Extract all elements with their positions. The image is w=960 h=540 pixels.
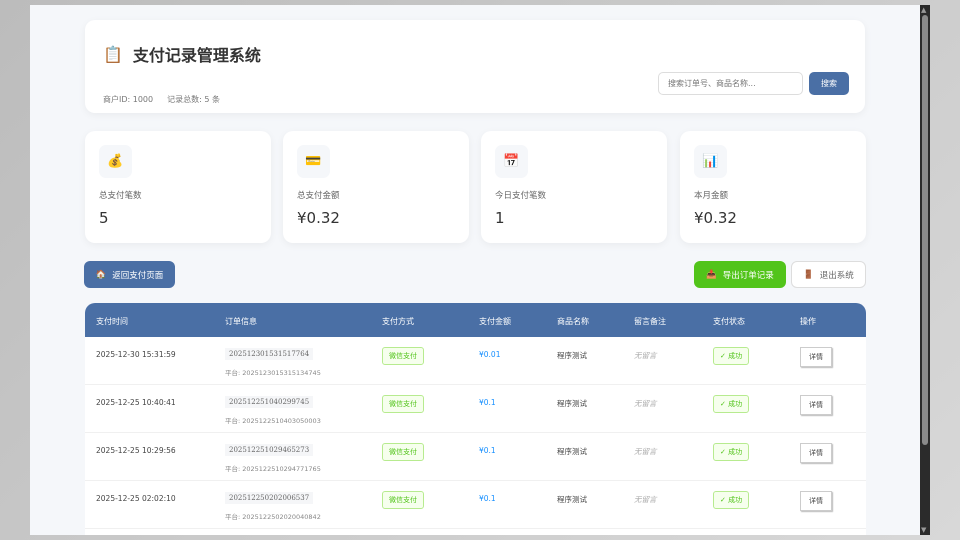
platform-number: 平台: 2025122510403050003	[225, 417, 321, 425]
details-button[interactable]: 详情	[800, 443, 832, 463]
platform-number: 平台: 2025122502020040842	[225, 513, 321, 521]
header-card: 📋 支付记录管理系统 商户ID: 1000 记录总数: 5 条 搜索	[85, 20, 865, 113]
payment-amount: ¥0.01	[479, 350, 501, 359]
download-icon: 📥	[706, 269, 717, 280]
platform-number: 平台: 2025123015315134745	[225, 369, 321, 377]
record-count: 记录总数: 5 条	[167, 95, 220, 104]
search-button[interactable]: 搜索	[809, 72, 849, 95]
column-header: 留言备注	[634, 317, 666, 326]
status-badge: ✓ 成功	[713, 395, 750, 413]
payment-records-table: 支付时间 订单信息 支付方式 支付金额 商品名称 留言备注 支付状态 操作 20…	[85, 303, 866, 535]
logout-button[interactable]: 🚪 退出系统	[791, 261, 866, 288]
details-button[interactable]: 详情	[800, 395, 832, 415]
stat-value: ¥0.32	[694, 209, 737, 227]
stat-card-total-count: 💰 总支付笔数 5	[85, 131, 271, 243]
payment-time: 2025-12-25 02:02:10	[96, 494, 176, 503]
column-header: 操作	[800, 317, 816, 326]
product-name: 程序测试	[557, 495, 587, 504]
browser-window: 📋 支付记录管理系统 商户ID: 1000 记录总数: 5 条 搜索 💰 总支付笔数…	[30, 5, 920, 535]
column-header: 支付方式	[382, 317, 414, 326]
payment-method-badge: 微信支付	[382, 491, 424, 509]
calendar-icon: 📅	[495, 145, 528, 178]
house-icon: 🏠	[95, 269, 107, 280]
button-label: 导出订单记录	[722, 270, 774, 281]
button-label: 返回支付页面	[112, 270, 164, 281]
credit-card-icon: 💳	[297, 145, 330, 178]
column-header: 支付金额	[479, 317, 511, 326]
status-badge: ✓ 成功	[713, 347, 750, 365]
export-records-button[interactable]: 📥 导出订单记录	[694, 261, 786, 288]
column-header: 支付时间	[96, 317, 128, 326]
column-header: 商品名称	[557, 317, 589, 326]
scrollbar-thumb[interactable]	[922, 15, 928, 445]
money-bag-icon: 💰	[99, 145, 132, 178]
product-name: 程序测试	[557, 399, 587, 408]
stat-label: 总支付金额	[297, 191, 340, 201]
payment-amount: ¥0.1	[479, 446, 496, 455]
order-number: 202512251040299745	[225, 396, 314, 408]
payment-time: 2025-12-25 10:40:41	[96, 398, 176, 407]
stat-value: 5	[99, 209, 109, 227]
stat-card-today-count: 📅 今日支付笔数 1	[481, 131, 667, 243]
status-badge: ✓ 成功	[713, 443, 750, 461]
payment-method-badge: 微信支付	[382, 443, 424, 461]
stat-value: ¥0.32	[297, 209, 340, 227]
note-text: 无留言	[634, 447, 657, 456]
bar-chart-icon: 📊	[694, 145, 727, 178]
clipboard-icon: 📋	[103, 44, 123, 64]
table-row: 2025-12-30 15:31:59 202512301531517764 平台:…	[85, 337, 866, 385]
product-name: 程序测试	[557, 447, 587, 456]
back-to-payment-button[interactable]: 🏠 返回支付页面	[84, 261, 175, 288]
status-badge: ✓ 成功	[713, 491, 750, 509]
payment-time: 2025-12-25 10:29:56	[96, 446, 176, 455]
details-button[interactable]: 详情	[800, 491, 832, 511]
merchant-id: 商户ID: 1000	[103, 95, 154, 104]
door-icon: 🚪	[803, 269, 814, 280]
platform-number: 平台: 2025122510294771765	[225, 465, 321, 473]
stat-label: 今日支付笔数	[495, 191, 547, 201]
details-button[interactable]: 详情	[800, 347, 832, 367]
note-text: 无留言	[634, 351, 657, 360]
payment-method-badge: 微信支付	[382, 395, 424, 413]
product-name: 程序测试	[557, 351, 587, 360]
table-row: 2025-12-25 02:02:10 202512250202006537 平台:…	[85, 481, 866, 529]
stat-card-total-amount: 💳 总支付金额 ¥0.32	[283, 131, 469, 243]
table-row: 2025-12-25 10:40:41 202512251040299745 平台:…	[85, 385, 866, 433]
table-header: 支付时间 订单信息 支付方式 支付金额 商品名称 留言备注 支付状态 操作	[85, 303, 866, 337]
payment-time: 2025-12-30 15:31:59	[96, 350, 176, 359]
stat-label: 本月金额	[694, 191, 729, 201]
table-row: 2025-12-25 10:29:56 202512251029465273 平台:…	[85, 433, 866, 481]
payment-method-badge: 微信支付	[382, 347, 424, 365]
page-title: 支付记录管理系统	[132, 46, 261, 65]
stat-card-month-amount: 📊 本月金额 ¥0.32	[680, 131, 866, 243]
search-input[interactable]	[658, 72, 803, 95]
order-number: 202512251029465273	[225, 444, 314, 456]
payment-amount: ¥0.1	[479, 398, 496, 407]
scroll-up-icon[interactable]: ▲	[921, 6, 926, 14]
order-number: 202512250202006537	[225, 492, 314, 504]
stat-value: 1	[495, 209, 505, 227]
order-number: 202512301531517764	[225, 348, 314, 360]
payment-amount: ¥0.1	[479, 494, 496, 503]
note-text: 无留言	[634, 495, 657, 504]
stat-label: 总支付笔数	[99, 191, 142, 201]
button-label: 退出系统	[819, 270, 854, 281]
column-header: 订单信息	[225, 317, 257, 326]
scroll-down-icon[interactable]: ▼	[921, 526, 926, 534]
scrollbar[interactable]: ▲ ▼	[920, 5, 930, 535]
column-header: 支付状态	[713, 317, 745, 326]
note-text: 无留言	[634, 399, 657, 408]
